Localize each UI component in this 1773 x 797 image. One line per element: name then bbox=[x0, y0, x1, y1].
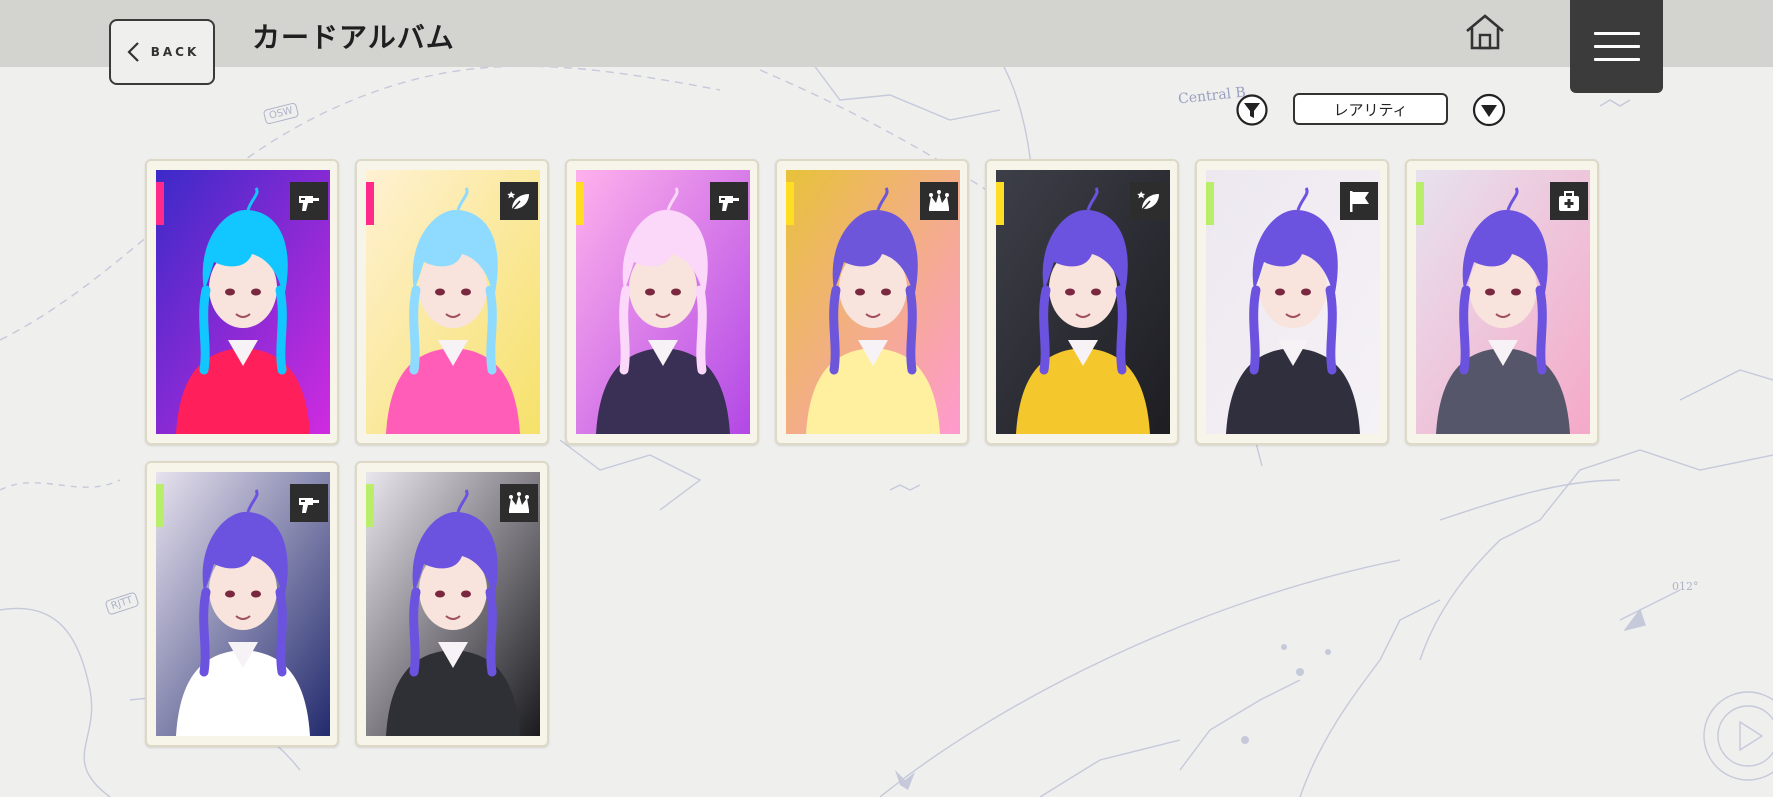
medkit-icon bbox=[1550, 182, 1588, 220]
leaf-icon bbox=[1130, 182, 1168, 220]
back-label: BACK bbox=[150, 45, 200, 59]
card-art bbox=[156, 472, 330, 736]
rarity-strip bbox=[366, 484, 374, 527]
album-card[interactable] bbox=[565, 159, 759, 445]
hamburger-line bbox=[1593, 58, 1640, 61]
leaf-icon bbox=[500, 182, 538, 220]
rarity-strip bbox=[1416, 182, 1424, 225]
card-album-screen: Central B OSW RJTT 012° BACK カードアルバム レアリ… bbox=[0, 0, 1773, 797]
card-art bbox=[366, 472, 540, 736]
rarity-strip bbox=[786, 182, 794, 225]
album-card[interactable] bbox=[1405, 159, 1599, 445]
card-art bbox=[786, 170, 960, 434]
card-art bbox=[576, 170, 750, 434]
jester-icon bbox=[500, 484, 538, 522]
card-art bbox=[156, 170, 330, 434]
album-card[interactable] bbox=[985, 159, 1179, 445]
map-label-heading: 012° bbox=[1672, 580, 1699, 593]
page-title: カードアルバム bbox=[252, 21, 455, 54]
menu-button[interactable] bbox=[1570, 0, 1663, 93]
card-art bbox=[996, 170, 1170, 434]
album-card[interactable] bbox=[145, 159, 339, 445]
sort-select[interactable]: レアリティ bbox=[1293, 93, 1448, 125]
drill-icon bbox=[290, 484, 328, 522]
album-card[interactable] bbox=[145, 461, 339, 747]
card-art bbox=[1416, 170, 1590, 434]
home-icon[interactable] bbox=[1463, 13, 1507, 51]
drill-icon bbox=[290, 182, 328, 220]
back-button[interactable]: BACK bbox=[109, 19, 215, 85]
rarity-strip bbox=[576, 182, 584, 225]
rarity-strip bbox=[996, 182, 1004, 225]
jester-icon bbox=[920, 182, 958, 220]
flag-icon bbox=[1340, 182, 1378, 220]
card-art bbox=[1206, 170, 1380, 434]
rarity-strip bbox=[1206, 182, 1214, 225]
album-card[interactable] bbox=[355, 159, 549, 445]
album-card[interactable] bbox=[1195, 159, 1389, 445]
rarity-strip bbox=[156, 484, 164, 527]
album-card[interactable] bbox=[775, 159, 969, 445]
filter-icon[interactable] bbox=[1236, 94, 1268, 126]
chevron-left-icon bbox=[127, 42, 139, 62]
rarity-strip bbox=[156, 182, 164, 225]
card-art bbox=[366, 170, 540, 434]
album-card[interactable] bbox=[355, 461, 549, 747]
sort-order-icon[interactable] bbox=[1472, 93, 1506, 127]
hamburger-line bbox=[1593, 45, 1640, 48]
hamburger-line bbox=[1593, 32, 1640, 35]
drill-icon bbox=[710, 182, 748, 220]
rarity-strip bbox=[366, 182, 374, 225]
